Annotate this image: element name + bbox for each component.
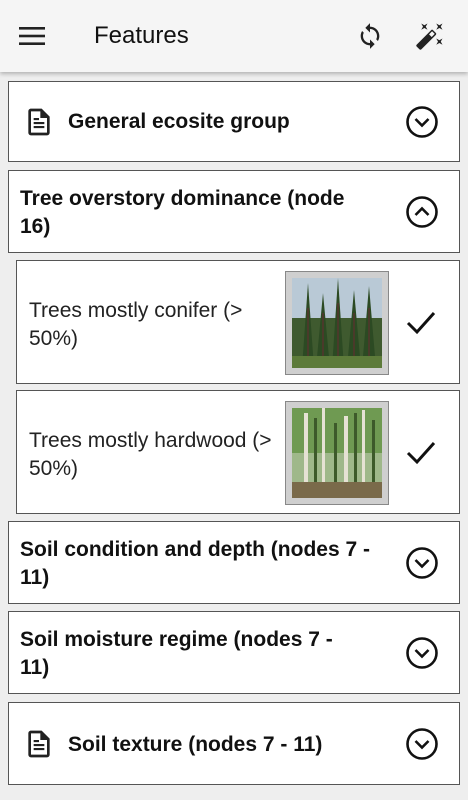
- app-bar: Features: [0, 0, 468, 72]
- chevron-up-icon[interactable]: [405, 195, 439, 229]
- chevron-down-icon[interactable]: [405, 546, 439, 580]
- option-label: Trees mostly hardwood (> 50%): [29, 429, 272, 480]
- hardwood-forest-image: [292, 408, 382, 498]
- section-label: Tree overstory dominance (node 16): [20, 187, 345, 238]
- section-tree-overstory-dominance[interactable]: Tree overstory dominance (node 16): [8, 170, 460, 253]
- chevron-down-icon[interactable]: [405, 105, 439, 139]
- section-label: Soil condition and depth (nodes 7 - 11): [20, 538, 370, 589]
- section-label: Soil moisture regime (nodes 7 - 11): [20, 628, 333, 679]
- checkmark-icon[interactable]: [403, 435, 439, 471]
- section-soil-texture[interactable]: Soil texture (nodes 7 - 11): [8, 702, 460, 785]
- document-icon: [28, 108, 50, 136]
- document-icon: [28, 730, 50, 758]
- section-general-ecosite-group[interactable]: General ecosite group: [8, 81, 460, 162]
- magic-wand-icon: [416, 23, 443, 50]
- option-label: Trees mostly conifer (> 50%): [29, 299, 243, 350]
- menu-icon: [19, 27, 45, 45]
- option-card-hardwood[interactable]: Trees mostly hardwood (> 50%): [16, 390, 460, 514]
- conifer-forest-photo: [285, 271, 389, 375]
- checkmark-icon[interactable]: [403, 305, 439, 341]
- section-label: General ecosite group: [68, 110, 290, 133]
- menu-button[interactable]: [0, 0, 64, 72]
- section-label: Soil texture (nodes 7 - 11): [68, 733, 323, 756]
- page-title: Features: [94, 22, 189, 49]
- hardwood-forest-photo: [285, 401, 389, 505]
- option-card-conifer[interactable]: Trees mostly conifer (> 50%): [16, 260, 460, 384]
- section-soil-moisture-regime[interactable]: Soil moisture regime (nodes 7 - 11): [8, 611, 460, 694]
- refresh-icon: [360, 23, 380, 49]
- section-soil-condition-and-depth[interactable]: Soil condition and depth (nodes 7 - 11): [8, 521, 460, 604]
- refresh-button[interactable]: [340, 0, 400, 72]
- chevron-down-icon[interactable]: [405, 727, 439, 761]
- chevron-down-icon[interactable]: [405, 636, 439, 670]
- conifer-forest-image: [292, 278, 382, 368]
- magic-wand-button[interactable]: [400, 0, 460, 72]
